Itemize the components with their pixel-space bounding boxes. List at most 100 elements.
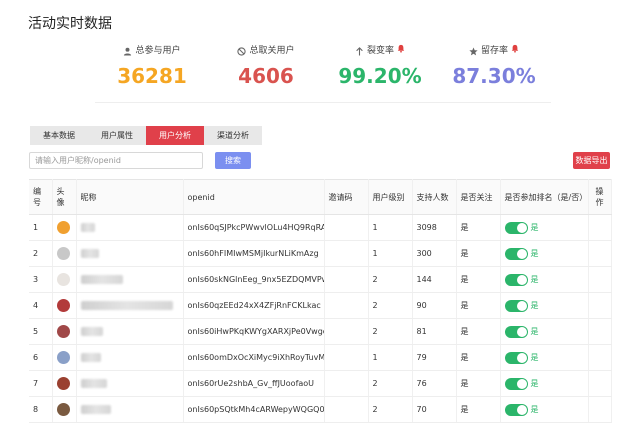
actions-cell	[588, 344, 612, 371]
rank-toggle[interactable]	[504, 377, 528, 390]
page-title: 活动实时数据	[28, 16, 112, 32]
user-icon	[123, 47, 132, 56]
actions-cell	[588, 214, 612, 241]
avatar	[56, 325, 70, 338]
user-table: 编号 头像 昵称 openid 邀请码 用户级别 支持人数 是否关注 是否参加排…	[29, 179, 612, 423]
support-count-cell: 144	[412, 266, 457, 293]
support-count-cell: 90	[412, 292, 457, 319]
support-count-cell: 3098	[412, 214, 457, 241]
follow-status-cell: 是	[456, 396, 501, 423]
stat-fission-rate: 裂变率 99.20%	[323, 44, 437, 88]
invite-code-cell	[324, 370, 369, 397]
actions-cell	[588, 396, 612, 423]
stat-value: 99.20%	[338, 64, 422, 88]
user-level-cell: 2	[368, 370, 413, 397]
table-row: 8 onIs60pSQtkMh4cARWepyWQGQ0fw 2 70 是是	[29, 396, 612, 423]
follow-status-cell: 是	[456, 370, 501, 397]
tab-bar: 基本数据 用户属性 用户分析 渠道分析	[30, 126, 262, 145]
rank-toggle[interactable]	[504, 351, 528, 364]
user-level-cell: 2	[368, 292, 413, 319]
search-input[interactable]	[29, 152, 203, 169]
actions-cell	[588, 240, 612, 267]
rank-toggle-label: 是	[530, 353, 539, 362]
row-id: 5	[29, 318, 53, 345]
avatar	[56, 273, 70, 286]
rank-toggle[interactable]	[504, 247, 528, 260]
nickname-blurred	[80, 379, 107, 388]
stat-total-users: 总参与用户 36281	[95, 44, 209, 88]
row-id: 4	[29, 292, 53, 319]
tab-user-attributes[interactable]: 用户属性	[88, 126, 146, 145]
row-id: 8	[29, 396, 53, 423]
bell-icon[interactable]	[511, 44, 519, 58]
openid-cell: onIs60qSJPkcPWwvlOLu4HQ9RqRA	[183, 214, 325, 241]
rank-toggle-label: 是	[530, 405, 539, 414]
table-row: 6 onIs60omDxOcXiMyc9iXhRoyTuvM 1 79 是是	[29, 344, 612, 371]
stat-retention-rate: 留存率 87.30%	[437, 44, 551, 88]
rank-toggle[interactable]	[504, 325, 528, 338]
avatar	[56, 299, 70, 312]
column-header: 昵称	[76, 179, 184, 215]
stat-label: 留存率	[480, 46, 508, 56]
rank-toggle[interactable]	[504, 221, 528, 234]
export-button[interactable]: 数据导出	[573, 152, 610, 169]
nickname-blurred	[80, 301, 173, 310]
user-level-cell: 2	[368, 396, 413, 423]
row-id: 3	[29, 266, 53, 293]
tab-basic-data[interactable]: 基本数据	[30, 126, 88, 145]
actions-cell	[588, 318, 612, 345]
actions-cell	[588, 292, 612, 319]
openid-cell: onIs60skNGlnEeg_9nx5EZDQMVPw	[183, 266, 325, 293]
avatar	[56, 377, 70, 390]
tab-user-analysis[interactable]: 用户分析	[146, 126, 204, 145]
column-header: 头像	[52, 179, 77, 215]
user-level-cell: 1	[368, 214, 413, 241]
actions-cell	[588, 370, 612, 397]
column-header: 操作	[588, 179, 612, 215]
user-level-cell: 1	[368, 344, 413, 371]
user-level-cell: 2	[368, 266, 413, 293]
avatar	[56, 351, 70, 364]
support-count-cell: 300	[412, 240, 457, 267]
stat-value: 87.30%	[452, 64, 536, 88]
row-id: 6	[29, 344, 53, 371]
table-header-row: 编号 头像 昵称 openid 邀请码 用户级别 支持人数 是否关注 是否参加排…	[29, 179, 612, 215]
follow-status-cell: 是	[456, 240, 501, 267]
tab-channel-analysis[interactable]: 渠道分析	[204, 126, 262, 145]
nickname-blurred	[80, 275, 123, 284]
arrow-up-icon	[355, 46, 364, 56]
column-header: 编号	[29, 179, 53, 215]
follow-status-cell: 是	[456, 344, 501, 371]
openid-cell: onIs60iHwPKqKWYgXARXjPe0Vwgc	[183, 318, 325, 345]
openid-cell: onIs60qzEEd24xX4ZFjRnFCKLkac	[183, 292, 325, 319]
openid-cell: onIs60hFIMIwMSMjIkurNLiKmAzg	[183, 240, 325, 267]
support-count-cell: 76	[412, 370, 457, 397]
rank-toggle-label: 是	[530, 327, 539, 336]
stat-label: 裂变率	[366, 46, 394, 56]
rank-toggle-label: 是	[530, 249, 539, 258]
search-button[interactable]: 搜索	[215, 152, 251, 169]
stat-label: 总参与用户	[135, 46, 181, 56]
bell-icon[interactable]	[397, 44, 405, 58]
invite-code-cell	[324, 396, 369, 423]
star-icon	[469, 46, 478, 56]
rank-toggle[interactable]	[504, 273, 528, 286]
invite-code-cell	[324, 214, 369, 241]
table-row: 2 onIs60hFIMIwMSMjIkurNLiKmAzg 1 300 是是	[29, 240, 612, 267]
stat-value: 4606	[238, 64, 294, 88]
stat-value: 36281	[117, 64, 187, 88]
support-count-cell: 79	[412, 344, 457, 371]
support-count-cell: 81	[412, 318, 457, 345]
table-row: 4 onIs60qzEEd24xX4ZFjRnFCKLkac 2 90 是是	[29, 292, 612, 319]
rank-toggle[interactable]	[504, 299, 528, 312]
row-id: 1	[29, 214, 53, 241]
nickname-blurred	[80, 405, 111, 414]
stat-label: 总取关用户	[249, 46, 295, 56]
follow-status-cell: 是	[456, 292, 501, 319]
nickname-blurred	[80, 223, 95, 232]
openid-cell: onIs60omDxOcXiMyc9iXhRoyTuvM	[183, 344, 325, 371]
follow-status-cell: 是	[456, 318, 501, 345]
ban-icon	[237, 46, 247, 56]
user-level-cell: 2	[368, 318, 413, 345]
column-header: 是否关注	[456, 179, 501, 215]
